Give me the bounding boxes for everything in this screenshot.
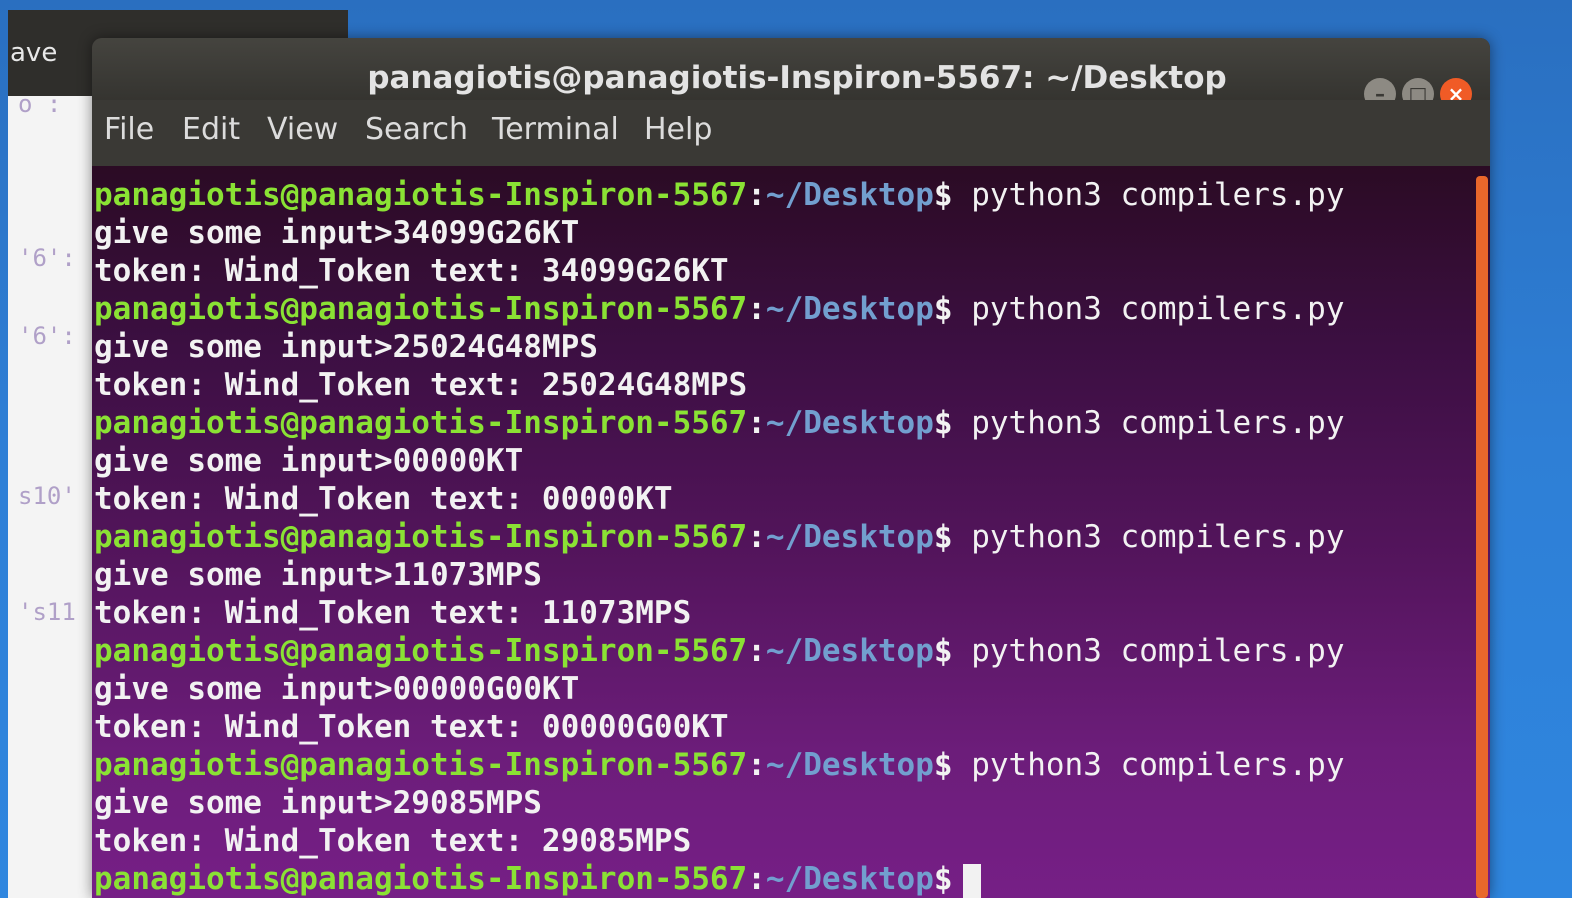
- output-line: token: Wind_Token text: 11073MPS: [94, 595, 692, 631]
- prompt-user: panagiotis@panagiotis-Inspiron-5567: [94, 291, 748, 327]
- menu-view[interactable]: View: [267, 112, 338, 147]
- prompt-dollar: $: [933, 291, 953, 327]
- prompt-dollar: $: [933, 519, 953, 555]
- output-line: give some input>11073MPS: [94, 557, 542, 593]
- output-line: give some input>00000KT: [94, 443, 524, 479]
- prompt-line: panagiotis@panagiotis-Inspiron-5567:~/De…: [94, 404, 1345, 442]
- prompt-user: panagiotis@panagiotis-Inspiron-5567: [94, 747, 748, 783]
- prompt-line: panagiotis@panagiotis-Inspiron-5567:~/De…: [94, 632, 1345, 670]
- output-line: give some input>25024G48MPS: [94, 329, 598, 365]
- prompt-user: panagiotis@panagiotis-Inspiron-5567: [94, 633, 748, 669]
- prompt-colon: :: [747, 633, 766, 669]
- background-code-snippet: '6':: [18, 322, 76, 350]
- command-text: python3 compilers.py: [971, 291, 1345, 327]
- background-code-snippet: o :: [18, 90, 62, 118]
- prompt-colon: :: [747, 405, 766, 441]
- menu-search[interactable]: Search: [365, 112, 468, 147]
- prompt-path: ~/Desktop: [765, 747, 934, 783]
- background-code-snippet: '6':: [18, 244, 76, 272]
- prompt-path: ~/Desktop: [765, 519, 934, 555]
- prompt-path: ~/Desktop: [765, 177, 934, 213]
- prompt-dollar: $: [933, 405, 953, 441]
- output-line: token: Wind_Token text: 25024G48MPS: [94, 367, 748, 403]
- prompt-dollar: $: [933, 177, 953, 213]
- text-cursor: [962, 863, 981, 898]
- prompt-line: panagiotis@panagiotis-Inspiron-5567:~/De…: [94, 176, 1345, 214]
- prompt-path: ~/Desktop: [765, 291, 934, 327]
- terminal-titlebar[interactable]: panagiotis@panagiotis-Inspiron-5567: ~/D…: [92, 38, 1490, 110]
- command-text: python3 compilers.py: [971, 177, 1345, 213]
- prompt-path: ~/Desktop: [765, 861, 934, 897]
- prompt-colon: :: [747, 177, 766, 213]
- menu-file[interactable]: File: [104, 112, 154, 147]
- prompt-user: panagiotis@panagiotis-Inspiron-5567: [94, 405, 748, 441]
- command-text: python3 compilers.py: [971, 519, 1345, 555]
- output-line: token: Wind_Token text: 29085MPS: [94, 823, 692, 859]
- menu-bar: File Edit View Search Terminal Help: [92, 100, 1490, 166]
- output-line: token: Wind_Token text: 00000KT: [94, 481, 673, 517]
- output-line: token: Wind_Token text: 00000G00KT: [94, 709, 729, 745]
- prompt-colon: :: [747, 861, 766, 897]
- prompt-path: ~/Desktop: [765, 405, 934, 441]
- prompt-colon: :: [747, 747, 766, 783]
- prompt-user: panagiotis@panagiotis-Inspiron-5567: [94, 861, 748, 897]
- prompt-user: panagiotis@panagiotis-Inspiron-5567: [94, 519, 748, 555]
- window-title: panagiotis@panagiotis-Inspiron-5567: ~/D…: [367, 60, 1227, 96]
- background-window-title: ave: [10, 38, 58, 68]
- output-line: give some input>29085MPS: [94, 785, 542, 821]
- terminal-window[interactable]: panagiotis@panagiotis-Inspiron-5567: ~/D…: [92, 38, 1490, 898]
- menu-help[interactable]: Help: [644, 112, 712, 147]
- scrollbar[interactable]: [1476, 176, 1488, 898]
- prompt-colon: :: [747, 519, 766, 555]
- command-text: python3 compilers.py: [971, 747, 1345, 783]
- prompt-dollar: $: [933, 747, 953, 783]
- prompt-line: panagiotis@panagiotis-Inspiron-5567:~/De…: [94, 518, 1345, 556]
- prompt-colon: :: [747, 291, 766, 327]
- menu-edit[interactable]: Edit: [182, 112, 240, 147]
- menu-terminal[interactable]: Terminal: [492, 112, 619, 147]
- current-prompt-line[interactable]: panagiotis@panagiotis-Inspiron-5567:~/De…: [94, 860, 981, 898]
- output-line: token: Wind_Token text: 34099G26KT: [94, 253, 729, 289]
- output-line: give some input>34099G26KT: [94, 215, 580, 251]
- prompt-user: panagiotis@panagiotis-Inspiron-5567: [94, 177, 748, 213]
- prompt-dollar: $: [933, 861, 953, 897]
- prompt-line: panagiotis@panagiotis-Inspiron-5567:~/De…: [94, 290, 1345, 328]
- output-line: give some input>00000G00KT: [94, 671, 580, 707]
- command-text: python3 compilers.py: [971, 405, 1345, 441]
- background-code-snippet: 's11: [18, 598, 76, 626]
- background-code-snippet: s10': [18, 482, 76, 510]
- command-text: python3 compilers.py: [971, 633, 1345, 669]
- prompt-dollar: $: [933, 633, 953, 669]
- prompt-line: panagiotis@panagiotis-Inspiron-5567:~/De…: [94, 746, 1345, 784]
- prompt-path: ~/Desktop: [765, 633, 934, 669]
- terminal-output[interactable]: panagiotis@panagiotis-Inspiron-5567:~/De…: [92, 166, 1490, 898]
